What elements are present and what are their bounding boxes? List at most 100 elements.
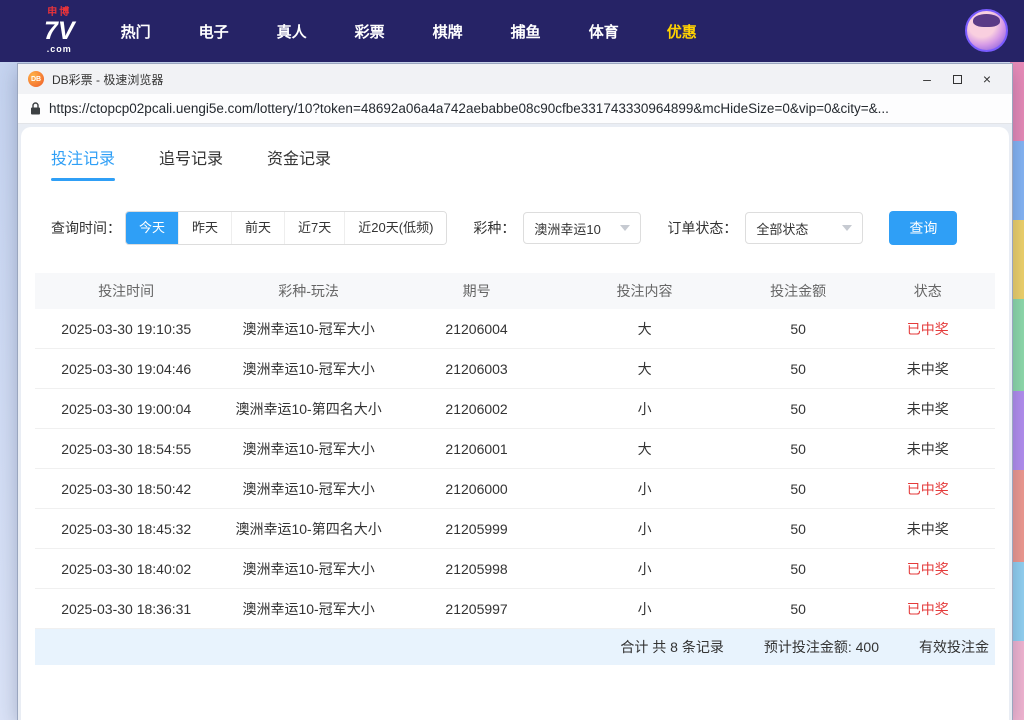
cell-issue: 21205997: [400, 601, 554, 617]
cell-amount: 50: [736, 521, 861, 537]
desktop-wallpaper-strip: [1010, 62, 1024, 720]
window-controls: – ×: [912, 67, 1002, 91]
lottery-select[interactable]: 澳洲幸运10: [523, 212, 641, 244]
cell-time: 2025-03-30 19:04:46: [35, 361, 217, 377]
filter-bar: 查询时间： 今天昨天前天近7天近20天(低频) 彩种： 澳洲幸运10 订单状态：…: [21, 211, 1009, 245]
lottery-select-value: 澳洲幸运10: [534, 219, 600, 238]
url-text: https://ctopcp02pcali.uengi5e.com/lotter…: [49, 101, 889, 116]
cell-amount: 50: [736, 441, 861, 457]
bet-records-table: 投注时间彩种-玩法期号投注内容投注金额状态 2025-03-30 19:10:3…: [35, 273, 995, 665]
browser-window: DB DB彩票 - 极速浏览器 – × https://ctopcp02pcal…: [18, 64, 1012, 720]
close-button[interactable]: ×: [972, 67, 1002, 91]
table-row: 2025-03-30 18:40:02澳洲幸运10-冠军大小21205998小5…: [35, 549, 995, 589]
cell-amount: 50: [736, 601, 861, 617]
cell-time: 2025-03-30 18:45:32: [35, 521, 217, 537]
cell-content: 大: [553, 319, 735, 339]
cell-amount: 50: [736, 481, 861, 497]
cell-time: 2025-03-30 18:50:42: [35, 481, 217, 497]
tab-3[interactable]: 资金记录: [267, 145, 331, 181]
cell-play: 澳洲幸运10-冠军大小: [217, 559, 399, 579]
header-cell-2: 彩种-玩法: [217, 281, 399, 301]
page-background: 投注记录 追号记录 资金记录 查询时间： 今天昨天前天近7天近20天(低频) 彩种：…: [18, 124, 1012, 720]
header-cell-4: 投注内容: [553, 281, 735, 301]
footer-expected-amount: 预计投注金额: 400: [764, 637, 879, 657]
logo-main-text: 7V: [44, 19, 75, 44]
table-row: 2025-03-30 19:04:46澳洲幸运10-冠军大小21206003大5…: [35, 349, 995, 389]
nav-item-8[interactable]: 优惠: [643, 21, 721, 42]
maximize-button[interactable]: [942, 67, 972, 91]
cell-time: 2025-03-30 19:00:04: [35, 401, 217, 417]
lock-icon: [30, 102, 41, 115]
nav-items: 热门电子真人彩票棋牌捕鱼体育优惠: [97, 21, 721, 42]
nav-item-6[interactable]: 捕鱼: [487, 21, 565, 42]
cell-play: 澳洲幸运10-冠军大小: [217, 439, 399, 459]
address-bar[interactable]: https://ctopcp02pcali.uengi5e.com/lotter…: [18, 94, 1012, 124]
cell-time: 2025-03-30 18:54:55: [35, 441, 217, 457]
cell-content: 小: [553, 479, 735, 499]
order-status-label: 订单状态：: [667, 218, 737, 238]
time-filter-label: 查询时间：: [51, 218, 121, 238]
cell-status: 未中奖: [861, 399, 995, 419]
cell-issue: 21205998: [400, 561, 554, 577]
cell-status: 未中奖: [861, 439, 995, 459]
nav-item-5[interactable]: 棋牌: [409, 21, 487, 42]
nav-item-3[interactable]: 真人: [253, 21, 331, 42]
site-logo[interactable]: 申博 7V .com: [44, 8, 75, 54]
minimize-button[interactable]: –: [912, 67, 942, 91]
cell-status: 已中奖: [861, 479, 995, 499]
header-cell-5: 投注金额: [736, 281, 861, 301]
table-row: 2025-03-30 18:36:31澳洲幸运10-冠军大小21205997小5…: [35, 589, 995, 629]
table-row: 2025-03-30 18:54:55澳洲幸运10-冠军大小21206001大5…: [35, 429, 995, 469]
browser-favicon-icon: DB: [28, 71, 44, 87]
record-tabs: 投注记录 追号记录 资金记录: [21, 127, 1009, 181]
cell-content: 大: [553, 439, 735, 459]
cell-issue: 21206004: [400, 321, 554, 337]
cell-issue: 21206000: [400, 481, 554, 497]
cell-status: 已中奖: [861, 319, 995, 339]
time-option-1[interactable]: 今天: [126, 212, 178, 244]
nav-item-2[interactable]: 电子: [175, 21, 253, 42]
browser-title: DB彩票 - 极速浏览器: [52, 71, 163, 88]
table-footer: 合计 共 8 条记录 预计投注金额: 400 有效投注金: [35, 629, 995, 665]
order-status-select[interactable]: 全部状态: [745, 212, 863, 244]
cell-content: 小: [553, 399, 735, 419]
time-option-5[interactable]: 近20天(低频): [344, 212, 446, 244]
cell-amount: 50: [736, 361, 861, 377]
cell-content: 小: [553, 559, 735, 579]
cell-status: 已中奖: [861, 599, 995, 619]
logo-suffix-text: .com: [47, 45, 72, 54]
time-option-2[interactable]: 昨天: [178, 212, 231, 244]
top-nav: 申博 7V .com 热门电子真人彩票棋牌捕鱼体育优惠: [0, 0, 1024, 62]
cell-issue: 21205999: [400, 521, 554, 537]
cell-status: 未中奖: [861, 359, 995, 379]
cell-amount: 50: [736, 561, 861, 577]
table-row: 2025-03-30 18:45:32澳洲幸运10-第四名大小21205999小…: [35, 509, 995, 549]
cell-amount: 50: [736, 321, 861, 337]
nav-item-1[interactable]: 热门: [97, 21, 175, 42]
time-filter-group: 今天昨天前天近7天近20天(低频): [125, 211, 447, 245]
cell-play: 澳洲幸运10-冠军大小: [217, 319, 399, 339]
query-button[interactable]: 查询: [889, 211, 957, 245]
header-cell-6: 状态: [861, 281, 995, 301]
cell-issue: 21206001: [400, 441, 554, 457]
nav-item-7[interactable]: 体育: [565, 21, 643, 42]
chevron-down-icon: [842, 225, 852, 231]
cell-time: 2025-03-30 18:40:02: [35, 561, 217, 577]
cell-time: 2025-03-30 19:10:35: [35, 321, 217, 337]
cell-content: 小: [553, 519, 735, 539]
time-option-4[interactable]: 近7天: [284, 212, 344, 244]
header-cell-3: 期号: [400, 281, 554, 301]
cell-time: 2025-03-30 18:36:31: [35, 601, 217, 617]
tab-1[interactable]: 投注记录: [51, 145, 115, 181]
table-header-row: 投注时间彩种-玩法期号投注内容投注金额状态: [35, 273, 995, 309]
chevron-down-icon: [620, 225, 630, 231]
table-body: 2025-03-30 19:10:35澳洲幸运10-冠军大小21206004大5…: [35, 309, 995, 629]
footer-total: 合计 共 8 条记录: [620, 637, 723, 657]
time-option-3[interactable]: 前天: [231, 212, 284, 244]
tab-2[interactable]: 追号记录: [159, 145, 223, 181]
header-cell-1: 投注时间: [35, 281, 217, 301]
cell-play: 澳洲幸运10-第四名大小: [217, 519, 399, 539]
cell-issue: 21206002: [400, 401, 554, 417]
user-avatar[interactable]: [965, 9, 1008, 52]
nav-item-4[interactable]: 彩票: [331, 21, 409, 42]
